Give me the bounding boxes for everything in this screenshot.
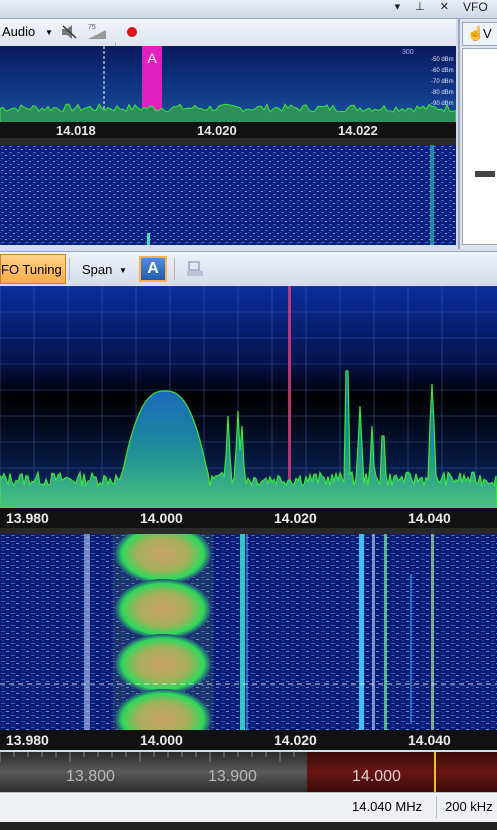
mute-icon[interactable] — [60, 24, 78, 40]
band-ruler-label: 13.900 — [208, 768, 257, 785]
band-ruler-label: 14.000 — [352, 768, 401, 785]
top-frequency-scale: 14.018 14.020 14.022 — [0, 122, 456, 138]
main-spectrum-plot — [0, 286, 497, 508]
hand-icon: ☝ — [467, 25, 485, 41]
status-bar — [0, 792, 497, 823]
audio-dropdown-label[interactable]: Audio — [2, 24, 35, 39]
chevron-down-icon[interactable]: ▼ — [119, 266, 127, 275]
top-tick-label: 14.022 — [338, 123, 378, 138]
span-dropdown-label[interactable]: Span — [82, 262, 112, 277]
vfo-tuning-button[interactable]: FO Tuning — [0, 254, 66, 284]
chevron-down-icon[interactable]: ▼ — [45, 28, 53, 37]
status-bandwidth: 200 kHz — [445, 799, 493, 814]
main-tick-label: 14.040 — [408, 510, 451, 526]
top-waterfall-plot — [0, 145, 456, 245]
main-toolbar — [0, 251, 497, 286]
top-spectrum-plot: A 300 -50 dBm -60 dBm -70 dBm -80 dBm -90 dB… — [0, 46, 456, 123]
dbm-label: -60 dBm — [431, 68, 454, 74]
top-waterfall-display[interactable] — [0, 145, 456, 245]
main-frequency-scale: 13.980 14.000 14.020 14.040 — [0, 508, 497, 528]
bottom-edge — [0, 822, 497, 830]
main-waterfall-display[interactable] — [0, 534, 497, 730]
top-waterfall-splitter[interactable] — [0, 138, 456, 145]
dbm-label: -70 dBm — [431, 79, 454, 85]
squelch-icon[interactable]: 75 — [86, 21, 108, 41]
waterfall-tick-label: 14.000 — [140, 732, 183, 748]
svg-text:75: 75 — [88, 24, 96, 31]
main-tick-label: 14.000 — [140, 510, 183, 526]
main-tick-label: 14.020 — [274, 510, 317, 526]
vfo-panel-title: VFO — [463, 0, 488, 14]
toolbar-divider — [69, 258, 70, 280]
dbm-label: -80 dBm — [431, 90, 454, 96]
waterfall-tick-label: 14.040 — [408, 732, 451, 748]
tuning-cursor[interactable] — [434, 752, 436, 792]
vfo-tab-label: V — [483, 26, 492, 41]
window-controls[interactable]: ▾ ⊥ ✕ — [395, 0, 455, 13]
toolbar-divider — [174, 258, 175, 280]
snap-to-grid-icon[interactable] — [186, 260, 204, 278]
status-divider — [436, 796, 437, 818]
dbm-label: -90 dBm — [431, 101, 454, 107]
main-tick-label: 13.980 — [6, 510, 49, 526]
record-icon[interactable] — [127, 27, 137, 37]
status-frequency: 14.040 MHz — [352, 799, 423, 814]
vfo-marker-line[interactable] — [288, 286, 291, 508]
top-spectrum-trace — [0, 103, 456, 123]
top-tick-label: 14.020 — [197, 123, 237, 138]
dbm-label: -50 dBm — [431, 57, 454, 63]
main-waterfall-plot — [0, 534, 497, 730]
waterfall-tick-label: 13.980 — [6, 732, 49, 748]
vfo-a-button[interactable]: A — [139, 256, 167, 282]
band-ruler-active-range[interactable]: 14.000 — [307, 752, 497, 792]
signal-lobes — [113, 534, 213, 730]
main-spectrum-display[interactable] — [0, 286, 497, 508]
vfo-panel-content — [462, 48, 497, 245]
top-tick-label: 14.018 — [56, 123, 96, 138]
waterfall-tick-label: 14.020 — [274, 732, 317, 748]
top-spectrum-display[interactable]: A 300 -50 dBm -60 dBm -70 dBm -80 dBm -90 dB… — [0, 46, 456, 123]
dbm-scale: -50 dBm -60 dBm -70 dBm -80 dBm -90 dBm — [431, 57, 454, 107]
audio-toolbar: Audio ▼ 75 — [0, 19, 456, 60]
waterfall-frequency-scale: 13.980 14.000 14.020 14.040 — [0, 730, 497, 750]
vfo-slider-handle[interactable] — [475, 171, 495, 177]
vfo-marker-label: A — [147, 50, 157, 66]
band-ruler-label: 13.800 — [66, 768, 115, 785]
top-range-value: 300 — [402, 49, 414, 56]
vfo-tab[interactable]: ☝ V — [462, 22, 497, 46]
